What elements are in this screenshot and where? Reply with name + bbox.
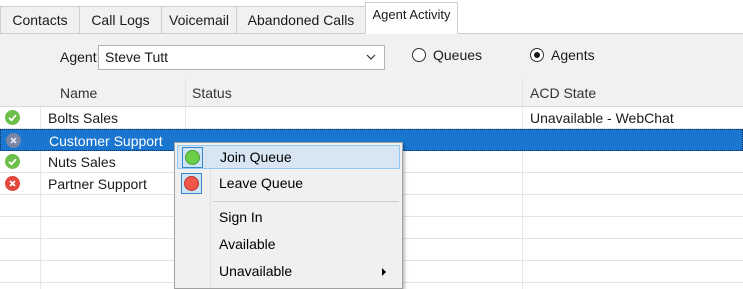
tab-voicemail[interactable]: Voicemail: [161, 6, 236, 33]
menu-item-label: Join Queue: [220, 149, 292, 165]
table-row[interactable]: Bolts Sales Unavailable - WebChat: [0, 107, 743, 129]
menu-item-sign-in[interactable]: Sign In: [177, 206, 400, 230]
row-acd-state: Unavailable - WebChat: [530, 110, 674, 126]
column-divider: [185, 79, 186, 107]
radio-agents-circle[interactable]: [530, 48, 544, 62]
tab-agent-activity-label: Agent Activity: [372, 7, 451, 22]
agent-label: Agent: [60, 49, 97, 65]
check-circle-icon: [5, 154, 20, 169]
filter-toolbar: Agent Steve Tutt Queues Agents: [0, 34, 743, 79]
submenu-arrow-icon: [382, 268, 386, 276]
tab-agent-activity[interactable]: Agent Activity: [365, 2, 458, 34]
row-name: Nuts Sales: [48, 154, 116, 170]
column-header-status[interactable]: Status: [192, 85, 232, 101]
row-name: Customer Support: [49, 133, 163, 149]
check-circle-icon: [5, 110, 20, 125]
green-circle-icon: [182, 147, 203, 168]
menu-item-label: Sign In: [219, 209, 263, 225]
tab-contacts[interactable]: Contacts: [0, 6, 79, 33]
tab-abandoned-calls-label: Abandoned Calls: [247, 12, 355, 28]
grid-header: Name Status ACD State: [0, 79, 743, 107]
column-header-acd-state[interactable]: ACD State: [530, 85, 596, 101]
menu-item-label: Available: [219, 236, 276, 252]
agent-select-value: Steve Tutt: [105, 49, 169, 65]
tab-voicemail-label: Voicemail: [169, 12, 229, 28]
radio-agents[interactable]: Agents: [530, 47, 595, 63]
menu-item-unavailable[interactable]: Unavailable: [177, 260, 400, 284]
menu-item-join-queue[interactable]: Join Queue: [177, 145, 400, 169]
radio-queues-label: Queues: [433, 47, 483, 63]
tab-contacts-label: Contacts: [12, 12, 68, 28]
context-menu: Join Queue Leave Queue Sign In Available…: [174, 142, 403, 289]
radio-agents-label: Agents: [551, 47, 595, 63]
menu-separator: [213, 201, 399, 202]
x-circle-icon: [5, 176, 20, 191]
menu-item-label: Leave Queue: [219, 175, 304, 191]
chevron-down-icon: [366, 54, 376, 60]
menu-item-available[interactable]: Available: [177, 233, 400, 257]
row-name: Bolts Sales: [48, 110, 119, 126]
tab-call-logs-label: Call Logs: [91, 12, 150, 28]
tab-strip: Contacts Call Logs Voicemail Abandoned C…: [0, 0, 743, 34]
agent-select[interactable]: Steve Tutt: [98, 45, 385, 70]
menu-item-label: Unavailable: [219, 263, 293, 279]
menu-item-leave-queue[interactable]: Leave Queue: [177, 172, 400, 196]
radio-queues[interactable]: Queues: [412, 47, 482, 63]
tab-call-logs[interactable]: Call Logs: [79, 6, 161, 33]
red-circle-icon: [181, 173, 202, 194]
x-circle-icon: [6, 133, 21, 148]
column-divider: [522, 79, 523, 107]
row-name: Partner Support: [48, 176, 147, 192]
tab-abandoned-calls[interactable]: Abandoned Calls: [236, 6, 366, 33]
column-header-name[interactable]: Name: [60, 85, 97, 101]
radio-queues-circle[interactable]: [412, 48, 426, 62]
